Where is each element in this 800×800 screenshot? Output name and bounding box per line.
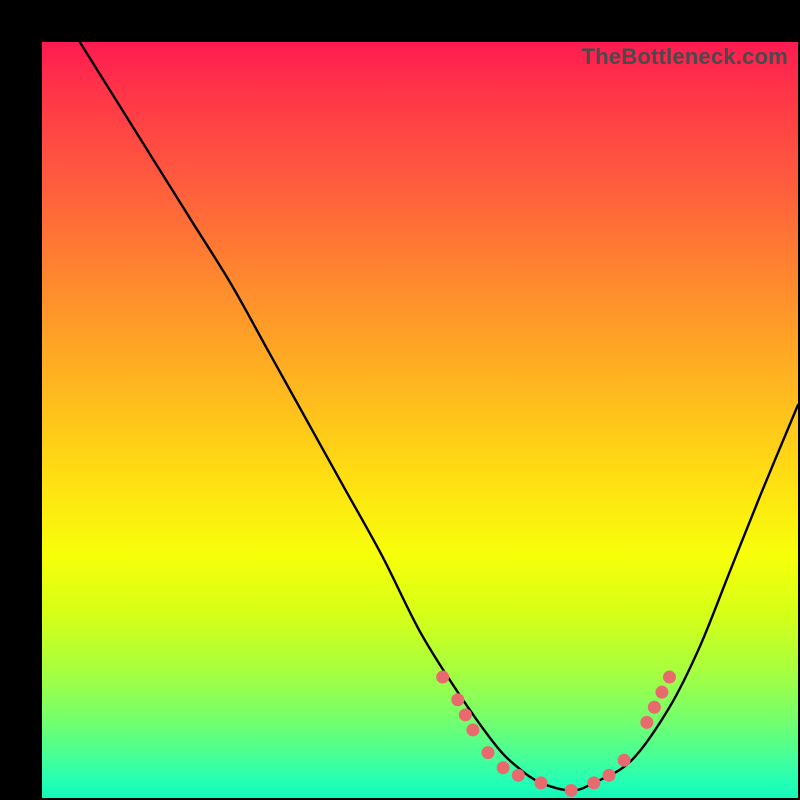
- data-point: [655, 686, 668, 699]
- chart-frame: TheBottleneck.com: [20, 20, 780, 780]
- data-point: [512, 769, 525, 782]
- data-point: [565, 784, 578, 797]
- data-point: [618, 754, 631, 767]
- scatter-points: [436, 671, 676, 797]
- data-point: [459, 708, 472, 721]
- data-point: [648, 701, 661, 714]
- plot-area: TheBottleneck.com: [42, 42, 798, 798]
- data-point: [497, 761, 510, 774]
- data-point: [482, 746, 495, 759]
- data-point: [451, 693, 464, 706]
- watermark: TheBottleneck.com: [582, 44, 788, 70]
- data-point: [466, 723, 479, 736]
- data-point: [436, 671, 449, 684]
- data-point: [640, 716, 653, 729]
- data-point: [663, 671, 676, 684]
- chart-svg: [42, 42, 798, 798]
- data-point: [534, 776, 547, 789]
- data-point: [587, 776, 600, 789]
- data-point: [603, 769, 616, 782]
